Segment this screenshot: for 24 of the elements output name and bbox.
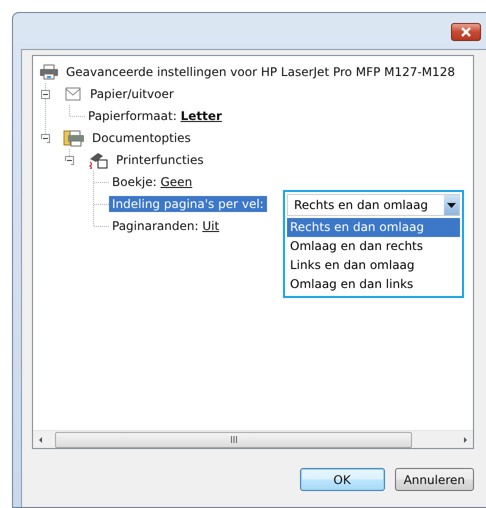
dropdown-option[interactable]: Omlaag en dan rechts bbox=[287, 237, 460, 256]
tree-item[interactable]: Papierformaat: Letter bbox=[85, 108, 225, 124]
tree-item[interactable]: Papier/uitvoer bbox=[87, 86, 177, 102]
tree-item[interactable]: Paginaranden: Uit bbox=[109, 218, 222, 234]
layout-dropdown[interactable]: Rechts en dan omlaag Rechts en dan omlaag Omlaag en dan rechts Links en dan omlaag Omlaag en dan links bbox=[283, 190, 464, 298]
dropdown-value: Rechts en dan omlaag bbox=[293, 198, 430, 212]
dropdown-option[interactable]: Rechts en dan omlaag bbox=[287, 218, 460, 237]
envelope-icon bbox=[63, 86, 83, 102]
tree-item[interactable]: Documentopties bbox=[89, 130, 194, 146]
dialog-button[interactable]: Annuleren bbox=[394, 468, 474, 491]
tree-item[interactable]: Printerfuncties bbox=[113, 152, 207, 168]
dropdown-option[interactable]: Links en dan omlaag bbox=[287, 256, 460, 275]
scroll-thumb[interactable] bbox=[55, 432, 412, 448]
tree-item[interactable]: Geavanceerde instellingen voor HP LaserJet Pro MFP M127-M128 bbox=[63, 64, 458, 80]
dropdown-option[interactable]: Omlaag en dan links bbox=[287, 275, 460, 294]
dialog-button[interactable]: OK bbox=[300, 468, 385, 491]
horizontal-scrollbar[interactable] bbox=[33, 430, 473, 448]
collapse-icon[interactable] bbox=[65, 156, 74, 164]
close-button[interactable] bbox=[451, 23, 481, 41]
close-icon bbox=[460, 27, 472, 37]
tree-item[interactable]: Boekje: Geen bbox=[109, 174, 196, 190]
collapse-icon[interactable] bbox=[41, 90, 50, 98]
collapse-icon[interactable] bbox=[41, 134, 50, 142]
tree-item[interactable]: Indeling pagina's per vel: bbox=[109, 196, 267, 212]
